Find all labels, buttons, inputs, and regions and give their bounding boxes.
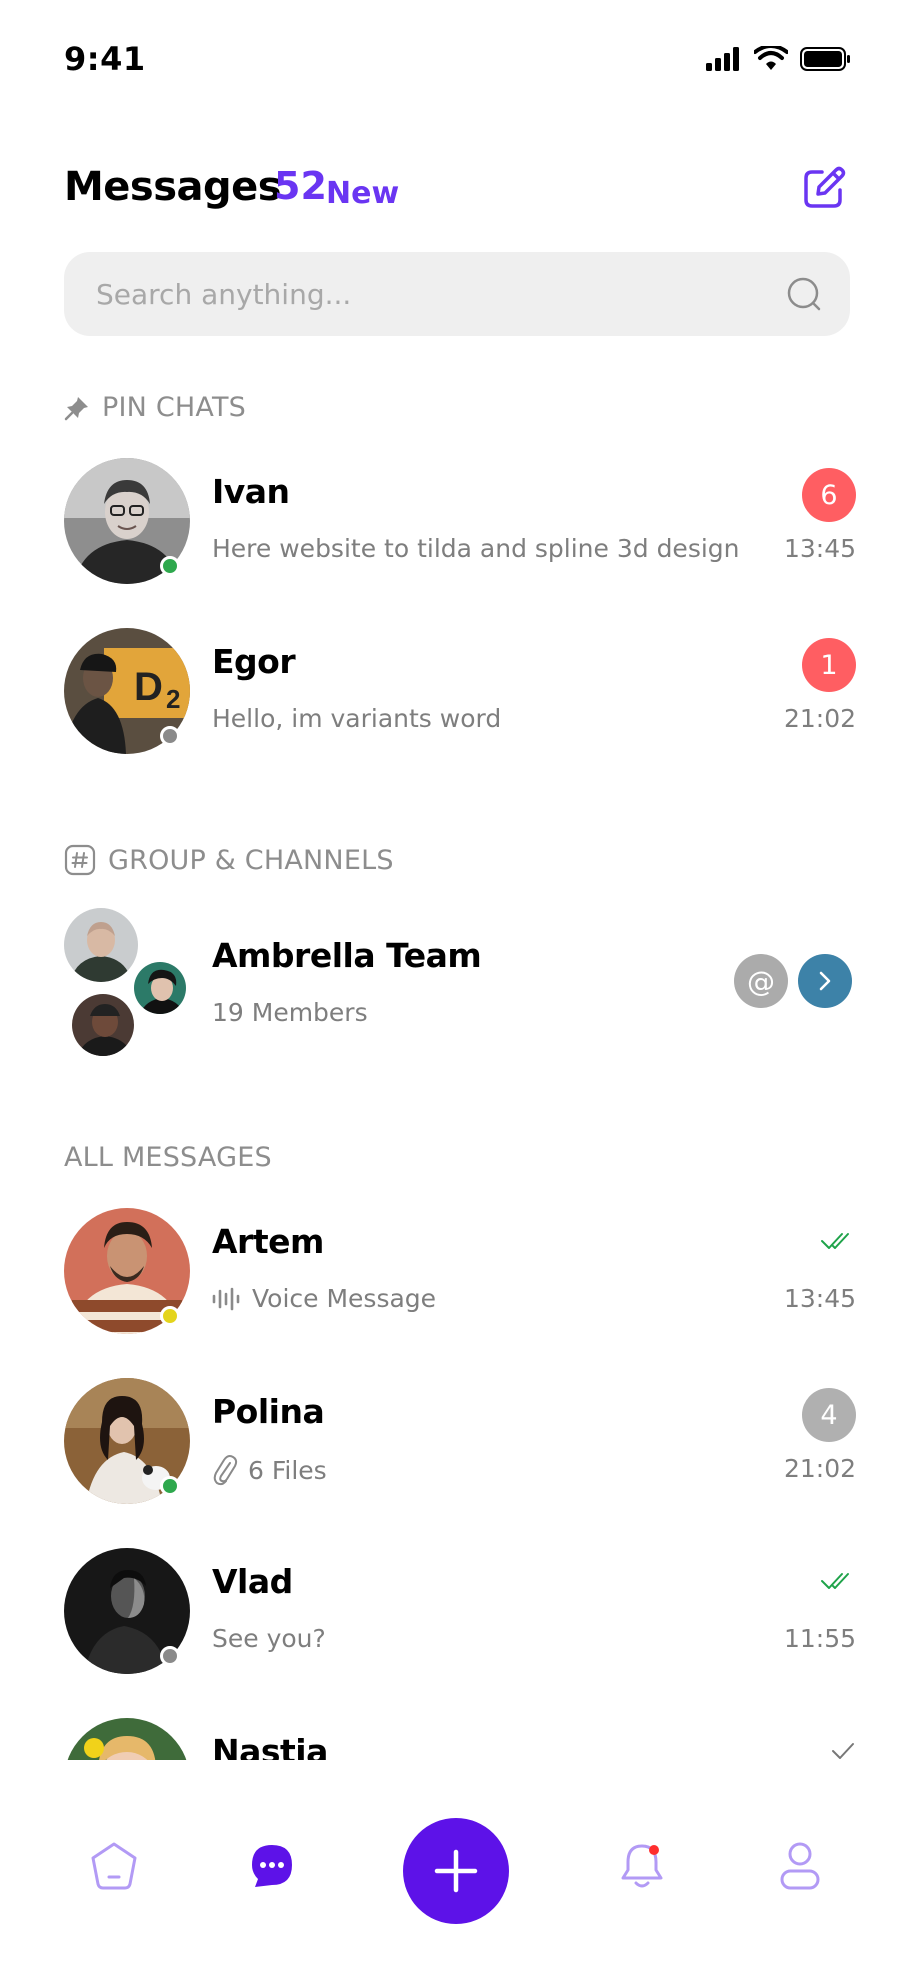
page-title: Messages — [64, 164, 282, 210]
unread-badge: 6 — [802, 468, 856, 522]
svg-text:2: 2 — [166, 684, 180, 714]
chat-time: 13:45 — [783, 534, 856, 563]
chat-row-artem[interactable]: Artem Voice Message 13:45 — [0, 1208, 912, 1338]
waveform-icon — [212, 1287, 240, 1310]
mention-badge[interactable]: @ — [734, 954, 788, 1008]
group-member-avatar — [132, 960, 188, 1016]
chat-preview-text: Hello, im variants word — [212, 704, 502, 733]
chat-preview: Here website to tilda and spline 3d desi… — [212, 534, 740, 563]
chat-row-ivan[interactable]: Ivan Here website to tilda and spline 3d… — [0, 458, 912, 588]
battery-icon — [800, 47, 850, 71]
away-indicator — [160, 1306, 180, 1326]
unread-badge: 4 — [802, 1388, 856, 1442]
status-time: 9:41 — [64, 40, 146, 78]
pinned-section-title: PIN CHATS — [102, 392, 246, 423]
new-messages-label: New — [326, 176, 400, 211]
pinned-section-header: PIN CHATS — [64, 392, 246, 423]
chat-name: Egor — [212, 642, 296, 681]
chat-name: Polina — [212, 1392, 325, 1431]
chat-preview: Voice Message — [212, 1284, 436, 1313]
chat-preview-text: See you? — [212, 1624, 326, 1653]
new-chat-button[interactable] — [403, 1818, 509, 1924]
all-messages-section-header: ALL MESSAGES — [64, 1142, 272, 1173]
group-member-avatar — [70, 992, 136, 1058]
chat-preview: See you? — [212, 1624, 326, 1653]
edit-icon — [804, 166, 846, 208]
chat-name: Ivan — [212, 472, 290, 511]
unread-badge: 1 — [802, 638, 856, 692]
compose-button[interactable] — [800, 164, 848, 212]
plus-icon — [434, 1849, 478, 1893]
wifi-icon — [754, 46, 788, 70]
nav-home[interactable] — [84, 1836, 144, 1896]
search-icon[interactable] — [786, 276, 822, 312]
signal-icon — [706, 47, 739, 71]
group-member-count: 19 Members — [212, 998, 368, 1027]
home-icon — [91, 1842, 137, 1890]
chat-preview-text: 6 Files — [248, 1455, 327, 1485]
open-group-button[interactable] — [798, 954, 852, 1008]
offline-indicator — [160, 726, 180, 746]
chat-preview-text: Voice Message — [252, 1284, 437, 1313]
group-member-avatar — [64, 908, 138, 982]
groups-section-title: GROUP & CHANNELS — [108, 844, 394, 876]
chat-time: 11:55 — [783, 1624, 856, 1653]
read-receipt-icon — [821, 1573, 849, 1589]
nav-profile[interactable] — [770, 1836, 830, 1896]
paperclip-icon — [213, 1455, 238, 1486]
new-messages-count: 52 — [274, 164, 327, 208]
group-row-ambrella-team[interactable]: Ambrella Team 19 Members @ — [0, 908, 912, 1058]
svg-text:D: D — [134, 665, 163, 709]
chat-icon — [252, 1845, 292, 1887]
online-indicator — [160, 556, 180, 576]
chat-name: Vlad — [212, 1562, 293, 1601]
sent-check-icon — [832, 1743, 854, 1759]
chat-time: 13:45 — [783, 1284, 856, 1313]
offline-indicator — [160, 1646, 180, 1666]
online-indicator — [160, 1476, 180, 1496]
hash-icon — [64, 844, 96, 876]
status-icons — [706, 46, 852, 72]
chat-time: 21:02 — [783, 704, 856, 733]
chat-name: Artem — [212, 1222, 324, 1261]
read-receipt-icon — [821, 1233, 849, 1249]
all-messages-section-title: ALL MESSAGES — [64, 1142, 272, 1173]
nav-messages[interactable] — [242, 1836, 302, 1896]
pin-icon — [64, 396, 88, 420]
chat-preview: Hello, im variants word — [212, 704, 501, 733]
chat-row-polina[interactable]: Polina 6 Files 4 21:02 — [0, 1378, 912, 1508]
chat-preview: 6 Files — [212, 1454, 327, 1486]
group-member-count-text: 19 Members — [212, 998, 368, 1027]
nav-notifications[interactable] — [612, 1836, 672, 1896]
chat-row-vlad[interactable]: Vlad See you? 11:55 — [0, 1548, 912, 1678]
bell-icon — [621, 1844, 663, 1888]
chat-row-egor[interactable]: D 2 Egor Hello, im variants word 1 21:02 — [0, 628, 912, 758]
chevron-right-icon — [819, 971, 831, 991]
group-name: Ambrella Team — [212, 936, 482, 975]
profile-icon — [780, 1842, 820, 1890]
search-bar[interactable] — [64, 252, 850, 336]
chat-preview-text: Here website to tilda and spline 3d desi… — [212, 534, 740, 563]
groups-section-header: GROUP & CHANNELS — [64, 844, 394, 876]
search-input[interactable] — [96, 252, 736, 336]
chat-time: 21:02 — [783, 1454, 856, 1483]
